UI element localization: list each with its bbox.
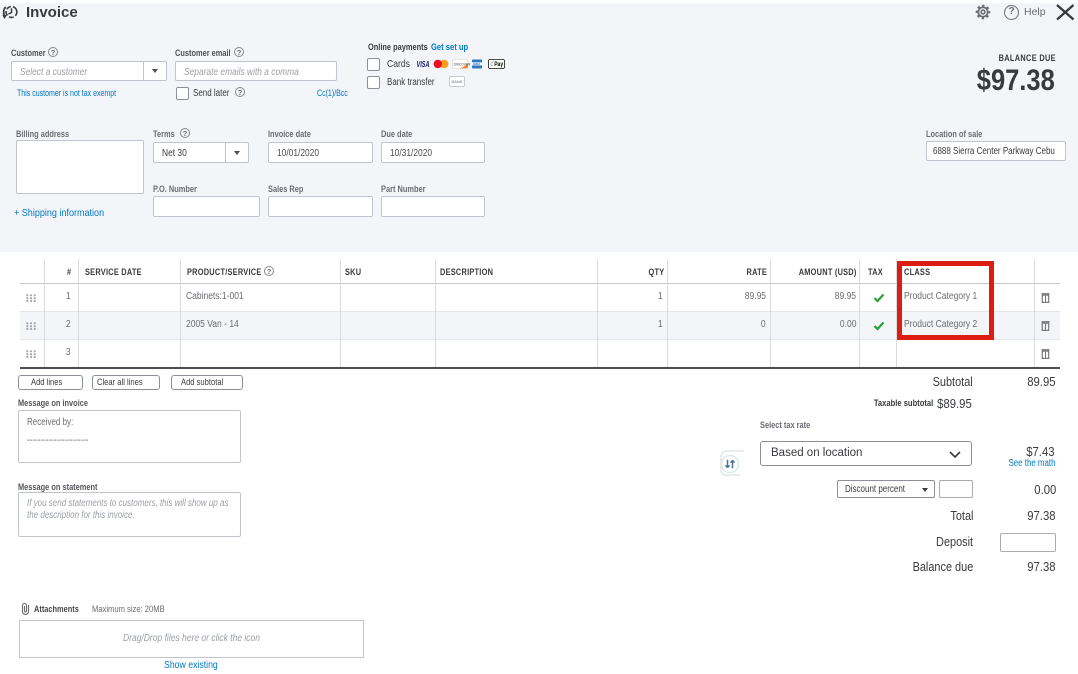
svg-text:DISCOVER: DISCOVER [454, 62, 471, 66]
svg-text:VISA: VISA [417, 59, 430, 69]
svg-text:Pay: Pay [494, 61, 503, 68]
svg-text:AMEX: AMEX [473, 62, 481, 66]
